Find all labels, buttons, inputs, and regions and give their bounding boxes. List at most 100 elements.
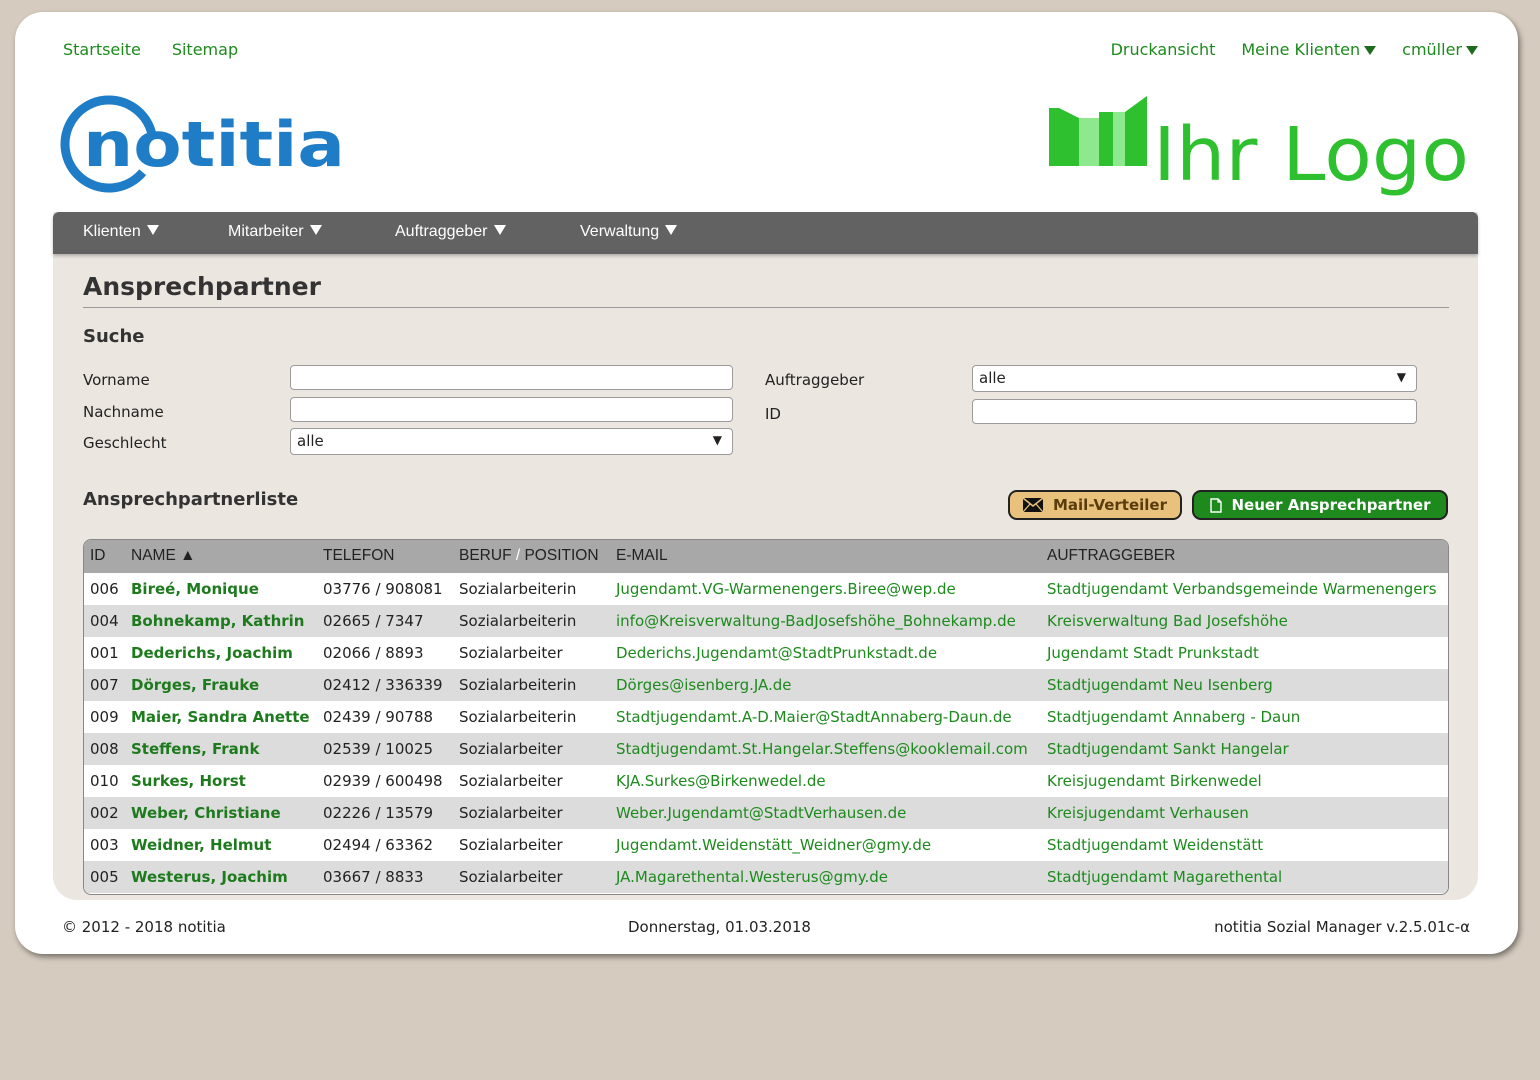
- auftraggeber-link[interactable]: Jugendamt Stadt Prunkstadt: [1047, 644, 1259, 662]
- cell-beruf: Sozialarbeiter: [459, 836, 563, 854]
- contact-name-link[interactable]: Surkes, Horst: [131, 772, 246, 790]
- nav-label: Klienten: [83, 223, 141, 240]
- table-row: 008 Steffens, Frank 02539 / 10025 Sozial…: [84, 733, 1448, 765]
- user-label: cmüller: [1402, 40, 1462, 59]
- cell-beruf: Sozialarbeiterin: [459, 612, 577, 630]
- header-email[interactable]: E-MAIL: [616, 547, 668, 565]
- dropdown-arrow-icon: ▼: [1396, 370, 1406, 384]
- auftraggeber-link[interactable]: Stadtjugendamt Magarethental: [1047, 868, 1282, 886]
- email-link[interactable]: info@Kreisverwaltung-BadJosefshöhe_Bohne…: [616, 612, 1016, 630]
- main-navbar: Klienten Mitarbeiter Auftraggeber Verwal…: [53, 212, 1478, 254]
- auftraggeber-link[interactable]: Stadtjugendamt Weidenstätt: [1047, 836, 1263, 854]
- top-links: Startseite Sitemap Druckansicht Meine Kl…: [63, 40, 1478, 64]
- auftraggeber-link[interactable]: Stadtjugendamt Neu Isenberg: [1047, 676, 1273, 694]
- email-link[interactable]: KJA.Surkes@Birkenwedel.de: [616, 772, 826, 790]
- cell-telefon: 02539 / 10025: [323, 740, 434, 758]
- contact-name-link[interactable]: Steffens, Frank: [131, 740, 259, 758]
- header-beruf: BERUF: [459, 547, 512, 564]
- table-row: 007 Dörges, Frauke 02412 / 336339 Sozial…: [84, 669, 1448, 701]
- vorname-input[interactable]: [290, 365, 733, 390]
- email-link[interactable]: Weber.Jugendamt@StadtVerhausen.de: [616, 804, 906, 822]
- table-row: 002 Weber, Christiane 02226 / 13579 Sozi…: [84, 797, 1448, 829]
- email-link[interactable]: Jugendamt.VG-Warmenengers.Biree@wep.de: [616, 580, 956, 598]
- cell-beruf: Sozialarbeiterin: [459, 708, 577, 726]
- vorname-label: Vorname: [83, 371, 150, 389]
- sitemap-link[interactable]: Sitemap: [172, 40, 238, 59]
- email-link[interactable]: Jugendamt.Weidenstätt_Weidner@gmy.de: [616, 836, 931, 854]
- cell-beruf: Sozialarbeiter: [459, 772, 563, 790]
- footer-date: Donnerstag, 01.03.2018: [628, 918, 811, 936]
- neuer-ansprechpartner-label: Neuer Ansprechpartner: [1231, 496, 1431, 514]
- cell-beruf: Sozialarbeiter: [459, 868, 563, 886]
- auftraggeber-link[interactable]: Kreisverwaltung Bad Josefshöhe: [1047, 612, 1288, 630]
- table-row: 004 Bohnekamp, Kathrin 02665 / 7347 Sozi…: [84, 605, 1448, 637]
- druckansicht-link[interactable]: Druckansicht: [1111, 40, 1216, 59]
- email-link[interactable]: JA.Magarethental.Westerus@gmy.de: [616, 868, 888, 886]
- contact-name-link[interactable]: Maier, Sandra Anette: [131, 708, 310, 726]
- meine-klienten-menu[interactable]: Meine Klienten: [1241, 40, 1377, 59]
- page-title: Ansprechpartner: [83, 272, 321, 301]
- cell-telefon: 02939 / 600498: [323, 772, 443, 790]
- cell-id: 003: [90, 836, 119, 854]
- contact-name-link[interactable]: Weber, Christiane: [131, 804, 281, 822]
- header-telefon[interactable]: TELEFON: [323, 547, 394, 565]
- contact-name-link[interactable]: Dederichs, Joachim: [131, 644, 293, 662]
- contacts-table: ID NAME ▲ TELEFON BERUF / POSITION E-MAI…: [83, 539, 1449, 895]
- table-row: 001 Dederichs, Joachim 02066 / 8893 Sozi…: [84, 637, 1448, 669]
- user-menu[interactable]: cmüller: [1402, 40, 1478, 59]
- contact-name-link[interactable]: Bohnekamp, Kathrin: [131, 612, 304, 630]
- header-position: POSITION: [524, 547, 599, 564]
- cell-id: 001: [90, 644, 119, 662]
- nachname-input[interactable]: [290, 397, 733, 422]
- nav-mitarbeiter[interactable]: Mitarbeiter: [228, 223, 322, 241]
- footer-version: notitia Sozial Manager v.2.5.01c-α: [1214, 918, 1470, 936]
- nav-verwaltung[interactable]: Verwaltung: [580, 223, 678, 241]
- email-link[interactable]: Stadtjugendamt.St.Hangelar.Steffens@kook…: [616, 740, 1028, 758]
- header-name[interactable]: NAME ▲: [131, 547, 195, 565]
- cell-beruf: Sozialarbeiter: [459, 740, 563, 758]
- contact-name-link[interactable]: Westerus, Joachim: [131, 868, 288, 886]
- email-link[interactable]: Dederichs.Jugendamt@StadtPrunkstadt.de: [616, 644, 937, 662]
- cell-beruf: Sozialarbeiter: [459, 804, 563, 822]
- neuer-ansprechpartner-button[interactable]: Neuer Ansprechpartner: [1192, 490, 1448, 520]
- startseite-link[interactable]: Startseite: [63, 40, 141, 59]
- caret-down-icon: [309, 225, 322, 235]
- email-link[interactable]: Stadtjugendamt.A-D.Maier@StadtAnnaberg-D…: [616, 708, 1012, 726]
- contact-name-link[interactable]: Weidner, Helmut: [131, 836, 271, 854]
- mail-verteiler-button[interactable]: Mail-Verteiler: [1008, 490, 1182, 520]
- table-row: 006 Bireé, Monique 03776 / 908081 Sozial…: [84, 573, 1448, 605]
- auftraggeber-link[interactable]: Kreisjugendamt Birkenwedel: [1047, 772, 1262, 790]
- header-id[interactable]: ID: [90, 547, 106, 565]
- mail-verteiler-label: Mail-Verteiler: [1052, 496, 1168, 514]
- cell-id: 005: [90, 868, 119, 886]
- auftraggeber-link[interactable]: Stadtjugendamt Verbandsgemeinde Warmenen…: [1047, 580, 1437, 598]
- auftraggeber-link[interactable]: Stadtjugendamt Annaberg - Daun: [1047, 708, 1300, 726]
- cell-telefon: 02439 / 90788: [323, 708, 434, 726]
- caret-down-icon: [1364, 46, 1377, 55]
- auftraggeber-link[interactable]: Kreisjugendamt Verhausen: [1047, 804, 1249, 822]
- nav-auftraggeber[interactable]: Auftraggeber: [395, 223, 506, 241]
- header-beruf-position[interactable]: BERUF / POSITION: [459, 547, 599, 565]
- list-heading: Ansprechpartnerliste: [83, 489, 299, 510]
- cell-id: 002: [90, 804, 119, 822]
- nav-klienten[interactable]: Klienten: [83, 223, 159, 241]
- header-auftraggeber[interactable]: AUFTRAGGEBER: [1047, 547, 1175, 565]
- header-separator: /: [511, 547, 525, 564]
- contact-name-link[interactable]: Bireé, Monique: [131, 580, 259, 598]
- id-input[interactable]: [972, 399, 1417, 424]
- footer-copyright: © 2012 - 2018 notitia: [62, 918, 226, 936]
- auftraggeber-link[interactable]: Stadtjugendamt Sankt Hangelar: [1047, 740, 1289, 758]
- cell-telefon: 02226 / 13579: [323, 804, 434, 822]
- new-document-icon: [1209, 497, 1222, 513]
- contact-name-link[interactable]: Dörges, Frauke: [131, 676, 259, 694]
- nav-label: Verwaltung: [580, 223, 660, 240]
- title-divider: [83, 307, 1449, 308]
- cell-telefon: 02066 / 8893: [323, 644, 424, 662]
- auftraggeber-select[interactable]: alle ▼: [972, 365, 1417, 392]
- table-row: 009 Maier, Sandra Anette 02439 / 90788 S…: [84, 701, 1448, 733]
- notitia-logo[interactable]: notitia: [59, 84, 359, 204]
- email-link[interactable]: Dörges@isenberg.JA.de: [616, 676, 792, 694]
- nachname-label: Nachname: [83, 403, 164, 421]
- cell-id: 010: [90, 772, 119, 790]
- geschlecht-select[interactable]: alle ▼: [290, 428, 733, 455]
